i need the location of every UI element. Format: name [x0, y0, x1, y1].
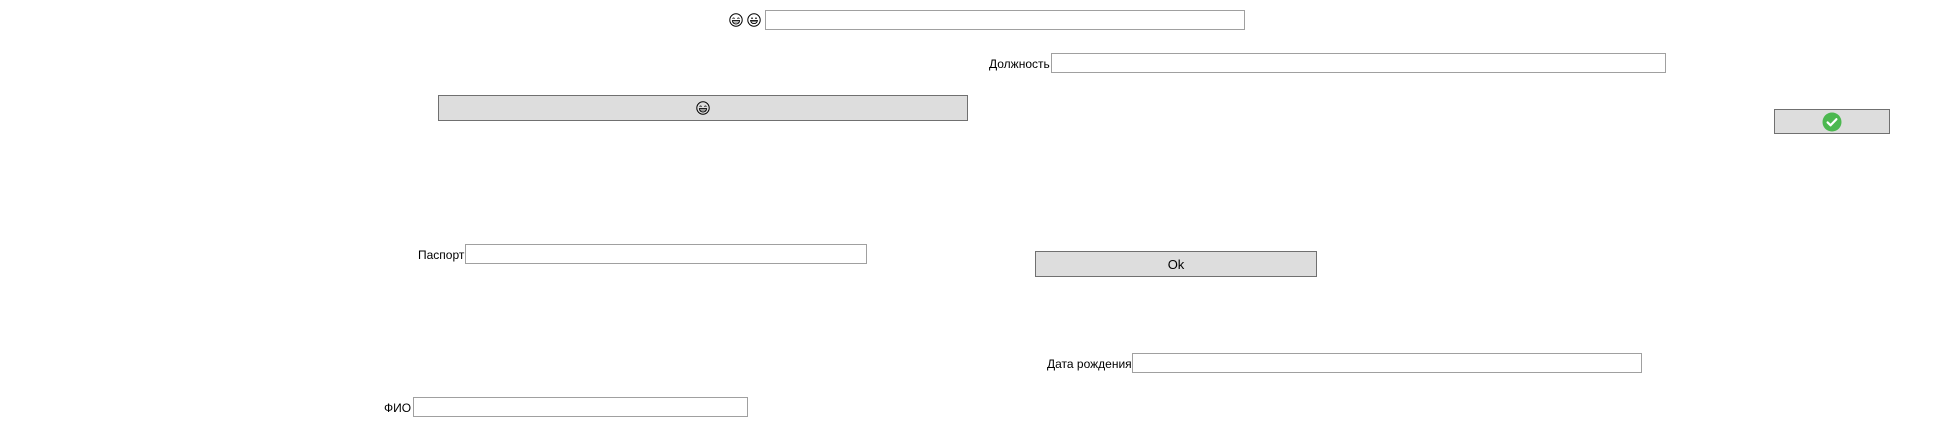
birth-date-input[interactable]	[1132, 353, 1642, 373]
check-circle-icon	[1822, 112, 1842, 132]
birth-date-label: Дата рождения	[1047, 357, 1132, 371]
passport-input[interactable]	[465, 244, 867, 264]
top-text-input[interactable]	[765, 10, 1245, 30]
laughing-face-icon	[696, 101, 710, 115]
laughing-face-icon	[729, 13, 743, 27]
position-label: Должность	[989, 57, 1050, 71]
full-name-input[interactable]	[413, 397, 748, 417]
ok-button[interactable]: Ok	[1035, 251, 1317, 277]
confirm-button[interactable]	[1774, 109, 1890, 134]
emoji-button[interactable]	[438, 95, 968, 121]
full-name-label: ФИО	[384, 401, 412, 415]
grinning-face-icon	[747, 13, 761, 27]
passport-label: Паспорт	[418, 248, 465, 262]
position-input[interactable]	[1051, 53, 1666, 73]
